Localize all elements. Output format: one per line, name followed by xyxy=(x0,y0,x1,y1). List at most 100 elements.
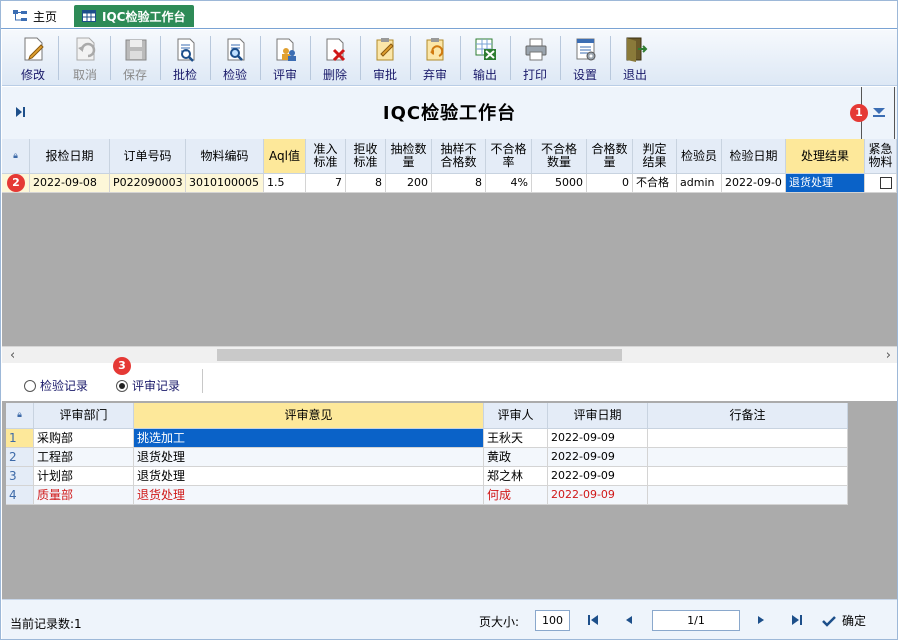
row-number[interactable]: 1 xyxy=(6,429,34,448)
cell-reviewer[interactable]: 王秋天 xyxy=(484,429,548,448)
row-number[interactable]: 2 xyxy=(6,448,34,467)
scroll-right-icon[interactable]: › xyxy=(886,348,891,363)
inspect-button[interactable]: 检验 xyxy=(212,32,258,84)
header-sample-qty[interactable]: 抽检数量 xyxy=(386,139,432,174)
cell-reviewer[interactable]: 黄政 xyxy=(484,448,548,467)
cell-bad-qty[interactable]: 5000 xyxy=(532,174,587,193)
radio-circle-checked[interactable] xyxy=(116,379,128,392)
header-review-date[interactable]: 评审日期 xyxy=(548,403,648,429)
row-number[interactable]: 3 xyxy=(6,467,34,486)
cell-note[interactable] xyxy=(648,486,848,505)
cell-reject-std[interactable]: 8 xyxy=(346,174,386,193)
cell-date[interactable]: 2022-09-09 xyxy=(548,467,648,486)
header-inspect-date[interactable]: 检验日期 xyxy=(722,139,786,174)
cell-bad-rate[interactable]: 4% xyxy=(486,174,532,193)
cell-accept-std[interactable]: 7 xyxy=(306,174,346,193)
page-size-input[interactable]: 100 xyxy=(535,610,570,631)
delete-button[interactable]: 删除 xyxy=(312,32,358,84)
header-review-dept[interactable]: 评审部门 xyxy=(34,403,134,429)
cell-urgent[interactable] xyxy=(865,174,897,193)
cell-inspect-date[interactable]: 2022-09-0 xyxy=(722,174,786,193)
export-button[interactable]: 输出 xyxy=(462,32,508,84)
table-row[interactable]: 1 采购部 挑选加工 王秋天 2022-09-09 xyxy=(6,429,848,448)
cell-aql[interactable]: 1.5 xyxy=(264,174,306,193)
exit-button[interactable]: 退出 xyxy=(612,32,658,84)
cell-opinion[interactable]: 挑选加工 xyxy=(134,429,484,448)
header-report-date[interactable]: 报检日期 xyxy=(30,139,110,174)
page-indicator-input[interactable]: 1/1 xyxy=(652,610,740,631)
print-button[interactable]: 打印 xyxy=(512,32,558,84)
scroll-left-icon[interactable]: ‹ xyxy=(10,348,15,363)
cancel-button[interactable]: 取消 xyxy=(62,32,108,84)
header-order-no[interactable]: 订单号码 xyxy=(110,139,186,174)
tab-iqc-workbench[interactable]: IQC检验工作台 xyxy=(74,5,194,27)
cell-reviewer[interactable]: 郑之林 xyxy=(484,467,548,486)
edit-button[interactable]: 修改 xyxy=(10,32,56,84)
header-lock[interactable]: 🔒︎ xyxy=(6,403,34,429)
header-inspector[interactable]: 检验员 xyxy=(677,139,722,174)
cell-good-qty[interactable]: 0 xyxy=(587,174,633,193)
cell-opinion[interactable]: 退货处理 xyxy=(134,448,484,467)
next-page-icon[interactable] xyxy=(754,613,768,627)
batch-inspect-button[interactable]: 批检 xyxy=(162,32,208,84)
header-lock[interactable]: 🔒︎ xyxy=(2,139,30,174)
settings-button[interactable]: 设置 xyxy=(562,32,608,84)
save-button[interactable]: 保存 xyxy=(112,32,158,84)
cell-sample-qty[interactable]: 200 xyxy=(386,174,432,193)
scrollbar-thumb[interactable] xyxy=(217,349,622,361)
header-sample-bad[interactable]: 抽样不合格数 xyxy=(432,139,486,174)
cell-order-no[interactable]: P022090003 xyxy=(110,174,186,193)
cell-reviewer[interactable]: 何成 xyxy=(484,486,548,505)
cell-verdict[interactable]: 不合格 xyxy=(633,174,677,193)
cell-note[interactable] xyxy=(648,429,848,448)
table-row[interactable]: 4 质量部 退货处理 何成 2022-09-09 xyxy=(6,486,848,505)
review-button[interactable]: 评审 xyxy=(262,32,308,84)
cell-date[interactable]: 2022-09-09 xyxy=(548,448,648,467)
confirm-button[interactable]: 确定 xyxy=(822,612,866,629)
cell-report-date[interactable]: 2022-09-08 xyxy=(30,174,110,193)
cell-opinion[interactable]: 退货处理 xyxy=(134,486,484,505)
cell-opinion[interactable]: 退货处理 xyxy=(134,467,484,486)
radio-circle[interactable] xyxy=(24,379,36,392)
horizontal-scrollbar[interactable]: ‹ › xyxy=(2,346,897,363)
unapprove-button[interactable]: 弃审 xyxy=(412,32,458,84)
header-review-opinion[interactable]: 评审意见 xyxy=(134,403,484,429)
approve-button[interactable]: 审批 xyxy=(362,32,408,84)
cell-dept[interactable]: 质量部 xyxy=(34,486,134,505)
cell-note[interactable] xyxy=(648,467,848,486)
header-bad-qty[interactable]: 不合格数量 xyxy=(532,139,587,174)
first-page-icon[interactable] xyxy=(586,613,600,627)
table-row[interactable]: 3 计划部 退货处理 郑之林 2022-09-09 xyxy=(6,467,848,486)
toolbar-divider xyxy=(360,36,361,80)
urgent-checkbox[interactable] xyxy=(879,177,892,189)
cell-date[interactable]: 2022-09-09 xyxy=(548,486,648,505)
header-urgent[interactable]: 紧急物料 xyxy=(865,139,897,174)
cell-dept[interactable]: 工程部 xyxy=(34,448,134,467)
cell-result[interactable]: 退货处理 xyxy=(786,174,865,193)
header-good-qty[interactable]: 合格数量 xyxy=(587,139,633,174)
header-verdict[interactable]: 判定结果 xyxy=(633,139,677,174)
last-page-icon[interactable] xyxy=(790,613,804,627)
cell-material-code[interactable]: 3010100005 xyxy=(186,174,264,193)
cell-sample-bad[interactable]: 8 xyxy=(432,174,486,193)
header-accept-std[interactable]: 准入标准 xyxy=(306,139,346,174)
header-bad-rate[interactable]: 不合格率 xyxy=(486,139,532,174)
header-result[interactable]: 处理结果 xyxy=(786,139,865,174)
cell-inspector[interactable]: admin xyxy=(677,174,722,193)
header-row-note[interactable]: 行备注 xyxy=(648,403,848,429)
cell-dept[interactable]: 计划部 xyxy=(34,467,134,486)
table-row[interactable]: 2 工程部 退货处理 黄政 2022-09-09 xyxy=(6,448,848,467)
prev-page-icon[interactable] xyxy=(622,613,636,627)
cell-date[interactable]: 2022-09-09 xyxy=(548,429,648,448)
tab-home[interactable]: 主页 xyxy=(5,5,65,27)
header-material-code[interactable]: 物料编码 xyxy=(186,139,264,174)
radio-inspect-record[interactable]: 检验记录 xyxy=(24,377,88,394)
table-row[interactable]: 2022-09-08 P022090003 3010100005 1.5 7 8… xyxy=(2,174,897,193)
header-reject-std[interactable]: 拒收标准 xyxy=(346,139,386,174)
header-aql[interactable]: Aql值 xyxy=(264,139,306,174)
radio-review-record[interactable]: 评审记录 xyxy=(116,377,180,394)
row-number[interactable]: 4 xyxy=(6,486,34,505)
cell-note[interactable] xyxy=(648,448,848,467)
cell-dept[interactable]: 采购部 xyxy=(34,429,134,448)
header-reviewer[interactable]: 评审人 xyxy=(484,403,548,429)
